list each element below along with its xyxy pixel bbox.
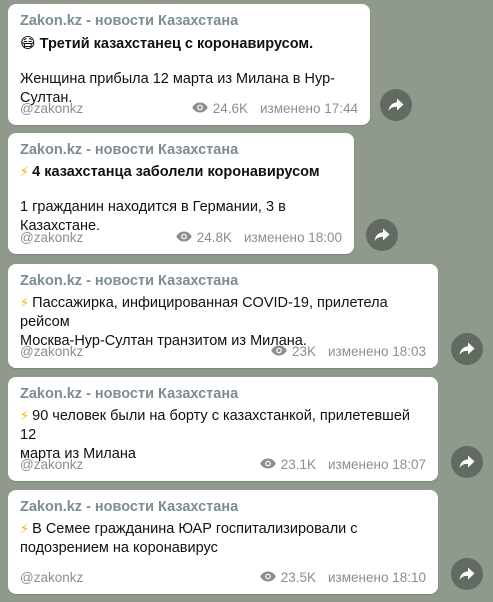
message-line-text: 90 человек были на борту с казахстанкой,…: [20, 408, 410, 443]
message-line: ⚡ В Семее гражданина ЮАР госпитализировал…: [20, 520, 426, 539]
edited-time: изменено 17:44: [260, 101, 358, 116]
share-arrow-icon: [459, 342, 475, 356]
view-count: 23.5K: [280, 570, 317, 585]
message-meta: 23.5K изменено 18:10: [260, 570, 426, 585]
channel-handle-link[interactable]: @zakonkz: [20, 570, 83, 585]
view-count: 24.8K: [196, 230, 233, 245]
channel-name[interactable]: Zakon.kz - новости Казахстана: [20, 272, 426, 290]
message-meta: 24.8K изменено 18:00: [176, 230, 342, 245]
edited-time: изменено 18:00: [244, 230, 342, 245]
message-line: ⚡ Пассажирка, инфицированная COVID-19, пр…: [20, 294, 426, 332]
message-bubble[interactable]: Zakon.kz - новости Казахстана ⚡ 4 казахст…: [8, 133, 354, 254]
channel-name[interactable]: Zakon.kz - новости Казахстана: [20, 12, 358, 30]
mask-emoji-icon: 😷: [20, 34, 36, 52]
message-headline: 😷 Третий казахстанец с коронавирусом.: [20, 34, 358, 54]
headline-text: 4 казахстанца заболели коронавирусом: [32, 164, 320, 180]
message-body: ⚡ 90 человек были на борту с казахстанкой…: [20, 407, 426, 464]
share-arrow-icon: [459, 567, 475, 581]
share-arrow-icon: [374, 228, 390, 242]
share-button[interactable]: [451, 446, 483, 478]
message-bubble[interactable]: Zakon.kz - новости Казахстана ⚡ 90 челове…: [8, 377, 438, 481]
share-button[interactable]: [451, 558, 483, 590]
message-bubble[interactable]: Zakon.kz - новости Казахстана 😷 Третий ка…: [8, 4, 370, 125]
channel-name[interactable]: Zakon.kz - новости Казахстана: [20, 498, 426, 516]
lightning-emoji-icon: ⚡: [20, 409, 30, 424]
message-meta: 23K изменено 18:03: [271, 344, 426, 359]
channel-name[interactable]: Zakon.kz - новости Казахстана: [20, 385, 426, 403]
share-arrow-icon: [388, 98, 404, 112]
view-count: 23.1K: [280, 457, 317, 472]
message-body: ⚡ Пассажирка, инфицированная COVID-19, пр…: [20, 294, 426, 351]
share-button[interactable]: [451, 333, 483, 365]
message-line: ⚡ 90 человек были на борту с казахстанкой…: [20, 407, 426, 445]
lightning-emoji-icon: ⚡: [20, 296, 30, 311]
message-headline: ⚡ 4 казахстанца заболели коронавирусом: [20, 163, 342, 182]
edited-time: изменено 18:07: [328, 457, 426, 472]
message-meta: 24.6K изменено 17:44: [192, 101, 358, 116]
lightning-emoji-icon: ⚡: [20, 522, 30, 537]
channel-handle-link[interactable]: @zakonkz: [20, 230, 83, 245]
eye-icon: [260, 570, 276, 585]
eye-icon: [176, 230, 192, 245]
message-bubble[interactable]: Zakon.kz - новости Казахстана ⚡ Пассажирк…: [8, 264, 438, 368]
edited-time: изменено 18:10: [328, 570, 426, 585]
share-arrow-icon: [459, 455, 475, 469]
eye-icon: [271, 344, 287, 359]
message-body: ⚡ В Семее гражданина ЮАР госпитализировал…: [20, 520, 426, 558]
view-count: 23K: [291, 344, 317, 359]
share-button[interactable]: [380, 89, 412, 121]
lightning-emoji-icon: ⚡: [20, 165, 30, 180]
channel-handle-link[interactable]: @zakonkz: [20, 101, 83, 116]
channel-handle-link[interactable]: @zakonkz: [20, 344, 83, 359]
edited-time: изменено 18:03: [328, 344, 426, 359]
headline-text: Третий казахстанец с коронавирусом.: [39, 36, 314, 52]
message-line-text: Пассажирка, инфицированная COVID-19, при…: [20, 295, 388, 330]
eye-icon: [260, 457, 276, 472]
eye-icon: [192, 101, 208, 116]
share-button[interactable]: [366, 219, 398, 251]
view-count: 24.6K: [212, 101, 249, 116]
channel-handle-link[interactable]: @zakonkz: [20, 457, 83, 472]
channel-name[interactable]: Zakon.kz - новости Казахстана: [20, 141, 342, 159]
message-meta: 23.1K изменено 18:07: [260, 457, 426, 472]
message-line: подозрением на коронавирус: [20, 540, 218, 556]
message-bubble[interactable]: Zakon.kz - новости Казахстана ⚡ В Семее г…: [8, 490, 438, 594]
message-line-text: В Семее гражданина ЮАР госпитализировали…: [32, 521, 358, 537]
